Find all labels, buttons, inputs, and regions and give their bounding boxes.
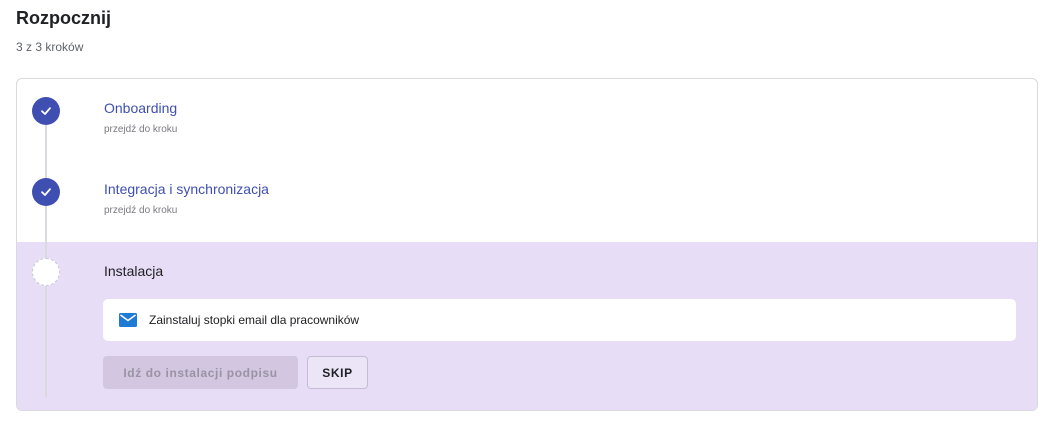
envelope-icon: [119, 313, 137, 327]
task-label: Zainstaluj stopki email dla pracowników: [149, 313, 360, 327]
step-installation-title: Instalacja: [104, 263, 164, 279]
step-3-pending-circle: [32, 258, 60, 286]
skip-button[interactable]: SKIP: [307, 356, 368, 389]
progress-text: 3 z 3 kroków: [16, 40, 84, 54]
go-to-signature-install-button[interactable]: Idź do instalacji podpisu: [103, 356, 298, 389]
step-integration-title[interactable]: Integracja i synchronizacja: [104, 181, 269, 197]
step-2-check-icon: [32, 178, 60, 206]
step-onboarding-title[interactable]: Onboarding: [104, 100, 177, 116]
step-1-check-icon: [32, 97, 60, 125]
steps-card: Onboarding przejdź do kroku Integracja i…: [16, 78, 1038, 411]
step-onboarding-link[interactable]: przejdź do kroku: [104, 124, 177, 135]
stepper-rail: [45, 109, 47, 397]
step-integration-link[interactable]: przejdź do kroku: [104, 205, 177, 216]
page-title: Rozpocznij: [16, 8, 111, 28]
task-item[interactable]: Zainstaluj stopki email dla pracowników: [103, 299, 1016, 341]
